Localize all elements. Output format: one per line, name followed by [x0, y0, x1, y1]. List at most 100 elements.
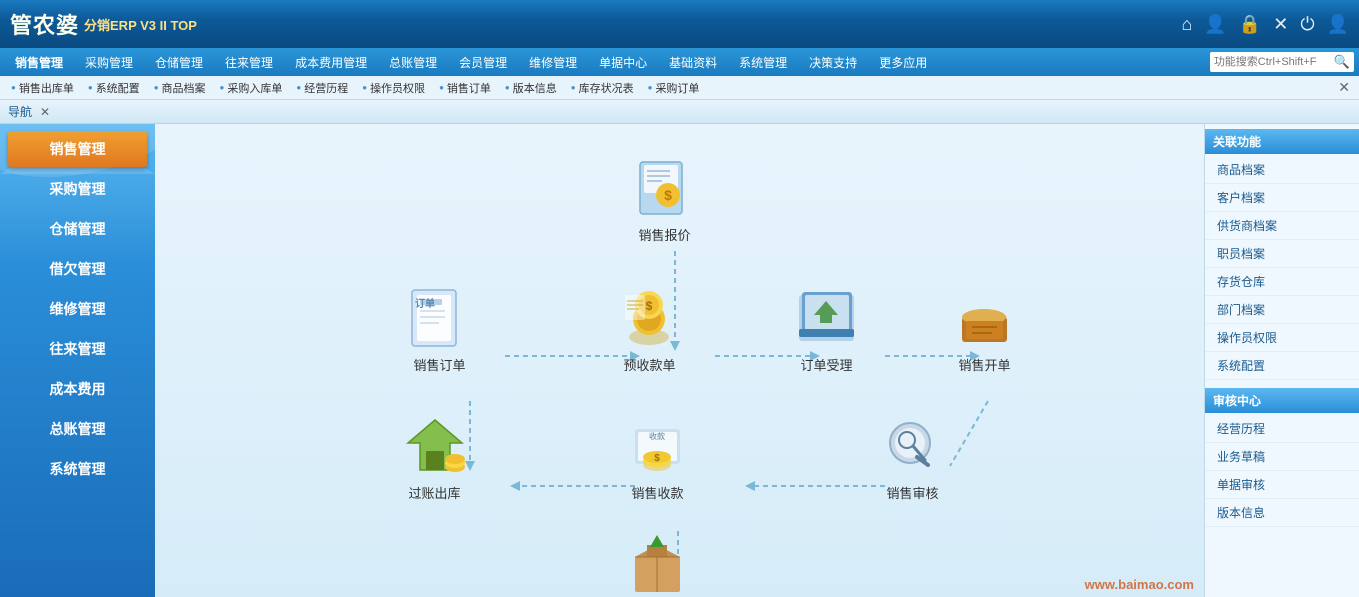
nav-item-basic[interactable]: 基础资料 [659, 51, 727, 74]
sales-order-icon-wrap: 订单 [405, 286, 475, 351]
navbar: 销售管理 采购管理 仓储管理 往来管理 成本费用管理 总账管理 会员管理 维修管… [0, 48, 1359, 76]
rp-item-staff-file[interactable]: 职员档案 [1205, 240, 1359, 268]
node-prepay-order[interactable]: $ 预收款单 [615, 286, 685, 374]
tab-goods-file[interactable]: 商品档案 [148, 78, 212, 98]
transfer-out-icon [400, 415, 470, 477]
tab-purchase-inbound[interactable]: 采购入库单 [214, 78, 289, 98]
sidebar-item-debt[interactable]: 借欠管理 [8, 251, 147, 287]
sidebar-item-system[interactable]: 系统管理 [8, 451, 147, 487]
rp-item-biz-history[interactable]: 经营历程 [1205, 415, 1359, 443]
tab-inventory-status[interactable]: 库存状况表 [565, 78, 640, 98]
home-icon[interactable]: ⌂ [1182, 14, 1193, 35]
svg-text:订单: 订单 [415, 297, 435, 310]
nav-breadcrumb: 导航 ✕ [0, 100, 1359, 124]
node-transfer-out[interactable]: 过账出库 [400, 414, 470, 502]
rp-item-goods-file[interactable]: 商品档案 [1205, 156, 1359, 184]
nav-item-contacts[interactable]: 往来管理 [215, 51, 283, 74]
order-accept-icon-wrap [792, 286, 862, 351]
prepay-order-label: 预收款单 [623, 355, 675, 374]
sales-audit-icon [880, 415, 945, 477]
sales-open-label: 销售开单 [958, 355, 1010, 374]
sales-audit-icon-wrap [878, 414, 948, 479]
search-input[interactable] [1214, 56, 1334, 68]
sidebar-item-cost[interactable]: 成本费用 [8, 371, 147, 407]
nav-item-system[interactable]: 系统管理 [729, 51, 797, 74]
nav-item-voucher[interactable]: 单据中心 [589, 51, 657, 74]
node-sales-quote[interactable]: $ 销售报价 [630, 156, 700, 244]
tab-biz-history[interactable]: 经营历程 [290, 78, 354, 98]
rp-item-biz-draft[interactable]: 业务草稿 [1205, 443, 1359, 471]
content-area: $ 销售报价 [155, 124, 1204, 597]
node-order-accept[interactable]: 订单受理 [792, 286, 862, 374]
header-icons: ⌂ 👤 🔒 ✕ ⏻ 👤 [1182, 14, 1349, 35]
sales-return-icon-wrap [623, 534, 693, 597]
rp-section-related-title: 关联功能 [1205, 129, 1359, 154]
svg-text:收款: 收款 [649, 431, 665, 441]
nav-item-more[interactable]: 更多应用 [869, 51, 937, 74]
user-icon[interactable]: 👤 [1204, 14, 1226, 35]
main-layout: 销售管理 采购管理 仓储管理 借欠管理 维修管理 往来管理 成本费用 总账管理 … [0, 124, 1359, 597]
sidebar-item-purchase[interactable]: 采购管理 [8, 171, 147, 207]
account-icon[interactable]: 👤 [1327, 14, 1349, 35]
rp-item-supplier-file[interactable]: 供货商档案 [1205, 212, 1359, 240]
nav-label-text: 导航 [8, 103, 32, 120]
search-box[interactable]: 🔍 [1210, 52, 1354, 72]
sidebar-item-warehouse[interactable]: 仓储管理 [8, 211, 147, 247]
sales-audit-label: 销售审核 [886, 483, 938, 502]
nav-item-member[interactable]: 会员管理 [449, 51, 517, 74]
rp-item-customer-file[interactable]: 客户档案 [1205, 184, 1359, 212]
node-sales-collect[interactable]: 收款 $ 销售收款 [623, 414, 693, 502]
power-icon[interactable]: ⏻ [1300, 14, 1314, 35]
tab-sales-order[interactable]: 销售订单 [433, 78, 497, 98]
svg-text:$: $ [654, 453, 660, 464]
sales-quote-label: 销售报价 [638, 225, 690, 244]
nav-item-purchase[interactable]: 采购管理 [75, 51, 143, 74]
sales-quote-icon-wrap: $ [630, 156, 700, 221]
sidebar-item-contacts[interactable]: 往来管理 [8, 331, 147, 367]
node-sales-audit[interactable]: 销售审核 [878, 414, 948, 502]
logo-text: 管农婆 [10, 8, 79, 40]
sidebar-item-sales[interactable]: 销售管理 [8, 131, 147, 167]
node-sales-order[interactable]: 订单 销售订单 [405, 286, 475, 374]
logo: 管农婆 分销ERP V3 II TOP [10, 8, 1182, 40]
sales-collect-icon: 收款 $ [625, 415, 690, 477]
tab-purchase-order[interactable]: 采购订单 [642, 78, 706, 98]
sidebar-item-ledger[interactable]: 总账管理 [8, 411, 147, 447]
rp-item-operator-perm[interactable]: 操作员权限 [1205, 324, 1359, 352]
tab-sales-outbound[interactable]: 销售出库单 [5, 78, 80, 98]
nav-item-cost[interactable]: 成本费用管理 [285, 51, 377, 74]
nav-item-sales[interactable]: 销售管理 [5, 51, 73, 74]
close-tabs-button[interactable]: ✕ [1334, 79, 1354, 96]
transfer-out-label: 过账出库 [408, 483, 460, 502]
transfer-out-icon-wrap [400, 414, 470, 479]
nav-close-icon[interactable]: ✕ [40, 105, 50, 119]
rp-section-audit-title: 审核中心 [1205, 388, 1359, 413]
svg-text:$: $ [646, 299, 653, 313]
close-icon[interactable]: ✕ [1273, 14, 1288, 35]
sales-order-icon: 订单 [407, 287, 472, 349]
nav-item-decision[interactable]: 决策支持 [799, 51, 867, 74]
header: 管农婆 分销ERP V3 II TOP ⌂ 👤 🔒 ✕ ⏻ 👤 [0, 0, 1359, 48]
rp-item-sys-config[interactable]: 系统配置 [1205, 352, 1359, 380]
tab-operator-perm[interactable]: 操作员权限 [356, 78, 431, 98]
rp-item-voucher-audit[interactable]: 单据审核 [1205, 471, 1359, 499]
nav-item-warehouse[interactable]: 仓储管理 [145, 51, 213, 74]
lock-icon[interactable]: 🔒 [1239, 14, 1261, 35]
search-icon: 🔍 [1334, 54, 1350, 70]
watermark: www.baimao.com [1085, 577, 1194, 592]
rp-item-version-info[interactable]: 版本信息 [1205, 499, 1359, 527]
tabsbar: 销售出库单 系统配置 商品档案 采购入库单 经营历程 操作员权限 销售订单 版本… [0, 76, 1359, 100]
sidebar: 销售管理 采购管理 仓储管理 借欠管理 维修管理 往来管理 成本费用 总账管理 … [0, 124, 155, 597]
svg-text:$: $ [664, 187, 672, 203]
nav-item-ledger[interactable]: 总账管理 [379, 51, 447, 74]
sales-open-icon [952, 287, 1017, 349]
tab-version-info[interactable]: 版本信息 [499, 78, 563, 98]
node-sales-open[interactable]: 销售开单 [950, 286, 1020, 374]
flowchart: $ 销售报价 [330, 146, 1030, 576]
rp-item-warehouse-file[interactable]: 存货仓库 [1205, 268, 1359, 296]
rp-item-dept-file[interactable]: 部门档案 [1205, 296, 1359, 324]
node-sales-return[interactable]: 销售退货 [623, 534, 693, 597]
nav-item-repair[interactable]: 维修管理 [519, 51, 587, 74]
tab-sys-config[interactable]: 系统配置 [82, 78, 146, 98]
sidebar-item-repair[interactable]: 维修管理 [8, 291, 147, 327]
